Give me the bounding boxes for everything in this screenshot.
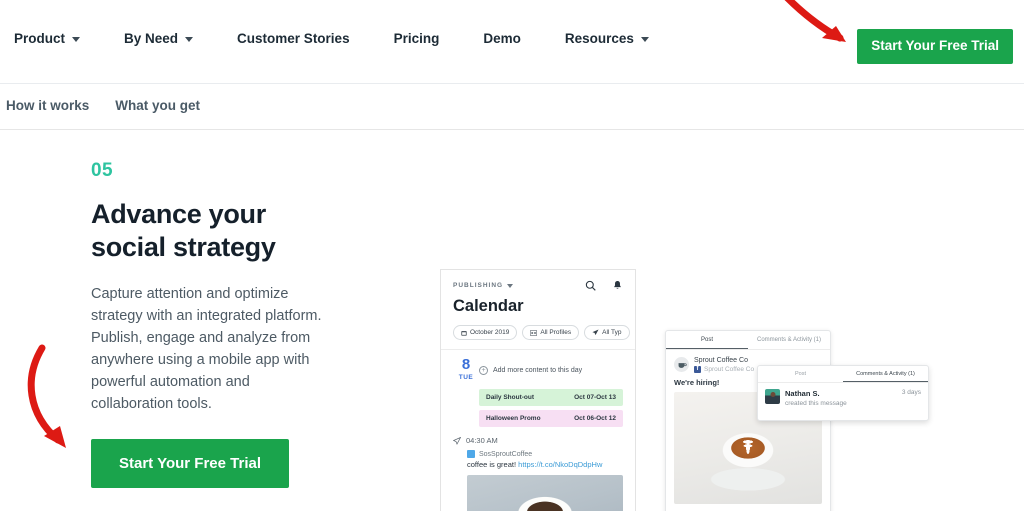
tweet-text: coffee is great! <box>467 460 517 469</box>
hero-text-column: 05 Advance your social strategy Capture … <box>91 160 391 489</box>
nav-item-label: Product <box>14 31 66 46</box>
activity-timestamp: 3 days <box>901 389 921 396</box>
nav-item-label: Resources <box>564 31 634 46</box>
event-dates: Oct 07-Oct 13 <box>574 394 616 401</box>
send-icon <box>453 436 461 445</box>
chip-profiles-filter[interactable]: All Profiles <box>522 325 580 340</box>
subnav-item-how-it-works[interactable]: How it works <box>6 98 89 113</box>
search-icon[interactable] <box>585 280 596 291</box>
bell-icon[interactable] <box>612 280 623 291</box>
activity-item: Nathan S. created this message 3 days <box>758 383 928 407</box>
send-icon <box>592 329 599 336</box>
chip-label: All Profiles <box>540 329 572 336</box>
post-approval-card: Post Comments & Activity (1) Sprout Coff… <box>665 330 831 512</box>
chip-month-filter[interactable]: October 2019 <box>453 325 518 340</box>
nav-item-pricing[interactable]: Pricing <box>394 31 462 46</box>
nav-item-label: Customer Stories <box>237 31 350 46</box>
day-marker: 8 TUE <box>453 357 479 381</box>
nav-item-by-need[interactable]: By Need <box>124 31 215 46</box>
sub-navigation-bar: How it works What you get <box>0 84 1024 130</box>
activity-action: created this message <box>785 400 847 407</box>
twitter-icon <box>467 450 475 458</box>
tweet-handle-row: SosSproutCoffee <box>467 450 623 458</box>
coffee-cup-icon <box>678 362 687 368</box>
tab-comments-activity[interactable]: Comments & Activity (1) <box>843 366 928 382</box>
calendar-title: Calendar <box>453 297 524 315</box>
profile-name: Sprout Coffee Co <box>694 357 748 364</box>
top-navigation-bar: Product By Need Customer Stories Pricing… <box>0 0 1024 84</box>
event-name: Halloween Promo <box>486 415 541 422</box>
chip-label: All Typ <box>602 329 622 336</box>
tweet-preview[interactable]: SosSproutCoffee coffee is great! https:/… <box>441 445 635 512</box>
add-content-row[interactable]: + Add more content to this day <box>479 357 582 381</box>
avatar <box>765 389 780 404</box>
event-name: Daily Shout-out <box>486 394 535 401</box>
start-free-trial-button-hero[interactable]: Start Your Free Trial <box>91 439 289 489</box>
nav-item-label: Pricing <box>393 31 440 46</box>
page-title: Advance your social strategy <box>91 198 391 265</box>
facebook-icon: f <box>694 366 701 373</box>
nav-item-resources[interactable]: Resources <box>565 31 671 46</box>
mobile-app-mockup: PUBLISHING Calendar October 2019 All Pro… <box>440 269 636 512</box>
day-name: TUE <box>458 374 474 381</box>
profile-info: Sprout Coffee Co f Sprout Coffee Co <box>694 357 754 373</box>
nav-item-label: By Need <box>124 31 179 46</box>
tab-post[interactable]: Post <box>758 366 843 382</box>
avatar <box>674 357 689 372</box>
nav-item-product[interactable]: Product <box>14 31 102 46</box>
profiles-icon <box>530 329 538 336</box>
phone-header-icons <box>585 280 623 291</box>
tab-comments-activity[interactable]: Comments & Activity (1) <box>748 331 830 349</box>
hero-section: 05 Advance your social strategy Capture … <box>0 131 1024 512</box>
calendar-filter-chips: October 2019 All Profiles All Typ <box>453 325 630 340</box>
calendar-event-item[interactable]: Daily Shout-out Oct 07-Oct 13 <box>479 389 623 406</box>
activity-notification-card: Post Comments & Activity (1) Nathan S. c… <box>757 365 929 421</box>
post-time: 04:30 AM <box>466 436 498 445</box>
plus-icon: + <box>479 366 488 375</box>
event-dates: Oct 06-Oct 12 <box>574 415 616 422</box>
nav-item-demo[interactable]: Demo <box>483 31 543 46</box>
profile-network-name: Sprout Coffee Co <box>704 366 755 373</box>
calendar-icon <box>461 330 467 336</box>
step-number: 05 <box>91 160 113 181</box>
calendar-events: Daily Shout-out Oct 07-Oct 13 Halloween … <box>441 389 635 427</box>
phone-header: PUBLISHING Calendar October 2019 All Pro… <box>441 270 635 340</box>
top-nav-items: Product By Need Customer Stories Pricing… <box>14 31 671 46</box>
activity-text: Nathan S. created this message <box>785 389 847 407</box>
tweet-link[interactable]: https://t.co/NkoDqDdpHw <box>518 460 602 469</box>
add-content-label: Add more content to this day <box>493 367 583 374</box>
chip-label: October 2019 <box>470 329 510 336</box>
notification-tabs: Post Comments & Activity (1) <box>758 366 928 383</box>
nav-item-customer-stories[interactable]: Customer Stories <box>237 31 372 46</box>
approval-card-tabs: Post Comments & Activity (1) <box>666 331 830 350</box>
hero-title-line-1: Advance your <box>91 199 266 229</box>
post-time-row-top: 04:30 AM <box>441 431 635 445</box>
tweet-handle: SosSproutCoffee <box>479 450 533 458</box>
publishing-label: PUBLISHING <box>453 282 504 289</box>
chevron-down-icon <box>507 283 514 288</box>
tweet-text-row: coffee is great! https://t.co/NkoDqDdpHw <box>467 460 623 469</box>
calendar-day-row: 8 TUE + Add more content to this day <box>441 350 635 381</box>
sub-nav-items: How it works What you get <box>6 98 200 113</box>
chevron-down-icon <box>185 37 194 42</box>
activity-user: Nathan S. <box>785 389 820 398</box>
day-number: 8 <box>461 356 471 373</box>
nav-item-label: Demo <box>483 31 521 46</box>
chip-type-filter[interactable]: All Typ <box>584 325 630 340</box>
profile-network-row: f Sprout Coffee Co <box>694 366 754 373</box>
calendar-event-item[interactable]: Halloween Promo Oct 06-Oct 12 <box>479 410 623 427</box>
hero-title-line-2: social strategy <box>91 232 276 263</box>
tweet-photo <box>467 475 623 512</box>
hero-body-text: Capture attention and optimize strategy … <box>91 285 322 413</box>
tab-post[interactable]: Post <box>666 331 748 349</box>
page-root: Product By Need Customer Stories Pricing… <box>0 0 1024 512</box>
start-free-trial-button-top[interactable]: Start Your Free Trial <box>857 29 1013 64</box>
chevron-down-icon <box>640 37 649 42</box>
chevron-down-icon <box>72 37 81 42</box>
subnav-item-what-you-get[interactable]: What you get <box>115 98 200 113</box>
